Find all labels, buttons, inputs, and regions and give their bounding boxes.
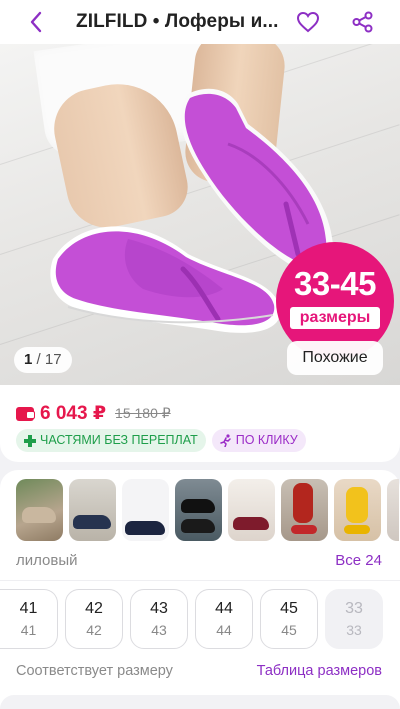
size-option[interactable]: 45 45 — [260, 589, 318, 649]
size-footer: Соответствует размеру Таблица размеров — [16, 663, 382, 679]
product-photo-shoe — [50, 226, 281, 333]
price-row: 6 043 ₽ 15 180 ₽ — [16, 402, 171, 425]
image-counter: 1 / 17 — [14, 347, 72, 373]
color-selector: лиловый Все 24 — [0, 470, 400, 580]
old-price: 15 180 ₽ — [115, 405, 171, 421]
size-list: 41 41 42 42 43 43 44 44 45 45 33 33 — [0, 589, 383, 649]
size-option[interactable]: 43 43 — [130, 589, 188, 649]
size-range-label: размеры — [290, 307, 380, 329]
size-ru: 44 — [216, 622, 232, 638]
size-eu: 41 — [19, 600, 38, 617]
share-button[interactable] — [350, 9, 376, 35]
selected-color-name: лиловый — [16, 552, 78, 569]
color-thumbnail[interactable] — [69, 479, 116, 541]
color-thumbnail[interactable] — [175, 479, 222, 541]
color-thumbnail[interactable] — [281, 479, 328, 541]
size-eu: 33 — [345, 600, 363, 617]
favorite-button[interactable] — [295, 9, 321, 35]
running-man-icon — [219, 434, 231, 447]
size-range-text: 33-45 — [294, 265, 376, 302]
color-thumbnails — [16, 479, 399, 541]
size-option-unavailable[interactable]: 33 33 — [325, 589, 383, 649]
size-ru: 41 — [20, 622, 37, 638]
color-thumbnail[interactable] — [122, 479, 169, 541]
size-ru: 42 — [86, 622, 102, 638]
color-thumbnail[interactable] — [334, 479, 381, 541]
promo-chips: ЧАСТЯМИ БЕЗ ПЕРЕПЛАТ ПО КЛИКУ — [16, 429, 306, 452]
back-button[interactable] — [24, 10, 48, 34]
size-eu: 42 — [85, 600, 103, 617]
size-table-link[interactable]: Таблица размеров — [257, 663, 382, 679]
size-selector: 41 41 42 42 43 43 44 44 45 45 33 33 Соот… — [0, 580, 400, 709]
size-ru: 45 — [281, 622, 297, 638]
image-counter-separator: / — [32, 351, 45, 368]
similar-button[interactable]: Похожие — [287, 341, 383, 375]
color-thumbnail[interactable] — [228, 479, 275, 541]
size-ru: 33 — [346, 622, 362, 638]
all-colors-link[interactable]: Все 24 — [335, 552, 382, 569]
size-option[interactable]: 42 42 — [65, 589, 123, 649]
installment-chip[interactable]: ЧАСТЯМИ БЕЗ ПЕРЕПЛАТ — [16, 429, 206, 452]
share-icon — [352, 11, 373, 33]
chevron-left-icon — [30, 11, 42, 33]
price-card: 6 043 ₽ 15 180 ₽ ЧАСТЯМИ БЕЗ ПЕРЕПЛАТ ПО… — [0, 385, 400, 462]
product-gallery[interactable]: 33-45 размеры 1 / 17 Похожие — [0, 44, 400, 385]
image-counter-total: 17 — [44, 351, 62, 368]
size-ru: 43 — [151, 622, 167, 638]
color-footer: лиловый Все 24 — [16, 552, 382, 569]
wallet-icon — [16, 406, 35, 421]
color-thumbnail[interactable] — [387, 479, 399, 541]
size-fit-text: Соответствует размеру — [16, 663, 173, 679]
installment-chip-label: ЧАСТЯМИ БЕЗ ПЕРЕПЛАТ — [40, 433, 198, 447]
size-eu: 43 — [150, 600, 168, 617]
next-section-edge — [0, 695, 400, 709]
heart-icon — [296, 11, 320, 33]
size-option[interactable]: 41 41 — [0, 589, 58, 649]
color-thumbnail[interactable] — [16, 479, 63, 541]
size-eu: 44 — [215, 600, 233, 617]
app-header: ZILFILD • Лоферы и... — [0, 0, 400, 44]
plus-cross-icon — [24, 434, 36, 447]
page-title: ZILFILD • Лоферы и... — [76, 11, 279, 32]
current-price: 6 043 ₽ — [40, 403, 107, 424]
one-click-chip[interactable]: ПО КЛИКУ — [211, 429, 306, 452]
size-eu: 45 — [280, 600, 298, 617]
size-option[interactable]: 44 44 — [195, 589, 253, 649]
one-click-chip-label: ПО КЛИКУ — [235, 433, 298, 447]
